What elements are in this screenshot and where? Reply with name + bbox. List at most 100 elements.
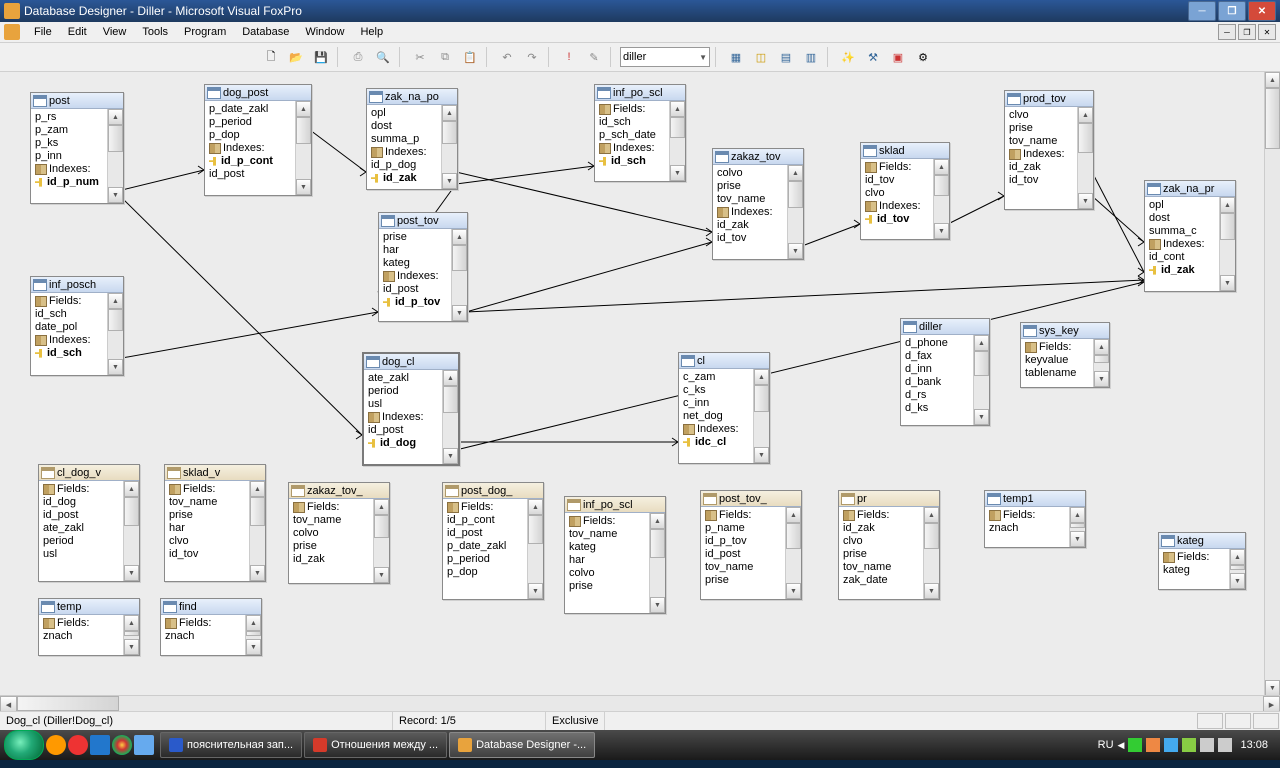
field-row[interactable]: dost <box>1149 212 1215 225</box>
table-header[interactable]: inf_po_scl <box>595 85 685 101</box>
field-row[interactable]: tov_name <box>705 561 781 574</box>
menu-tools[interactable]: Tools <box>134 24 176 40</box>
ql-icon-4[interactable] <box>112 735 132 755</box>
field-row[interactable]: id_p_cont <box>447 514 523 527</box>
table-header[interactable]: temp1 <box>985 491 1085 507</box>
table-temp[interactable]: tempFields:znach▲▼ <box>38 598 140 656</box>
table-dog_post[interactable]: dog_postp_date_zaklp_periodp_dopIndexes:… <box>204 84 312 196</box>
field-row[interactable]: Fields: <box>35 295 103 308</box>
preview-button[interactable]: 🔍 <box>372 46 394 68</box>
field-row[interactable]: znach <box>43 630 119 643</box>
menu-view[interactable]: View <box>95 24 135 40</box>
table-scrollbar[interactable]: ▲▼ <box>1219 197 1235 291</box>
field-row[interactable]: c_inn <box>683 397 749 410</box>
field-row[interactable]: ate_zakl <box>43 522 119 535</box>
field-row[interactable]: prise <box>705 574 781 587</box>
table-inf_posch[interactable]: inf_poschFields:id_schdate_polIndexes:id… <box>30 276 124 376</box>
clock[interactable]: 13:08 <box>1236 739 1272 751</box>
table-scrollbar[interactable]: ▲▼ <box>442 370 458 464</box>
field-row[interactable]: id_post <box>705 548 781 561</box>
field-row[interactable]: prise <box>843 548 919 561</box>
run-button[interactable]: ! <box>558 46 580 68</box>
field-row[interactable]: usl <box>43 548 119 561</box>
ql-icon-2[interactable] <box>68 735 88 755</box>
field-row[interactable]: Indexes: <box>1149 238 1215 251</box>
field-row[interactable]: dost <box>371 120 437 133</box>
field-row[interactable]: id_zak <box>293 553 369 566</box>
field-row[interactable]: Indexes: <box>717 206 783 219</box>
form-button[interactable]: ▦ <box>725 46 747 68</box>
database-designer-canvas[interactable]: postp_rsp_zamp_ksp_innIndexes:id_p_num▲▼… <box>0 72 1280 711</box>
field-row[interactable]: Fields: <box>43 483 119 496</box>
field-row[interactable]: opl <box>371 107 437 120</box>
table-scrollbar[interactable]: ▲▼ <box>787 165 803 259</box>
table-scrollbar[interactable]: ▲▼ <box>373 499 389 583</box>
field-row[interactable]: period <box>368 385 438 398</box>
field-row[interactable]: tov_name <box>1009 135 1073 148</box>
field-row[interactable]: tov_name <box>169 496 245 509</box>
table-zak_na_pr[interactable]: zak_na_propldostsumma_cIndexes:id_contid… <box>1144 180 1236 292</box>
table-zakaz_tov[interactable]: zakaz_tovcolvoprisetov_nameIndexes:id_za… <box>712 148 804 260</box>
mdi-minimize-button[interactable]: ─ <box>1218 24 1236 40</box>
field-row[interactable]: tov_name <box>717 193 783 206</box>
table-scrollbar[interactable]: ▲▼ <box>1069 507 1085 547</box>
field-row[interactable]: Indexes: <box>35 163 103 176</box>
table-scrollbar[interactable]: ▲▼ <box>295 101 311 195</box>
table-scrollbar[interactable]: ▲▼ <box>107 293 123 375</box>
field-row[interactable]: id_zak <box>1009 161 1073 174</box>
field-row[interactable]: id_p_num <box>35 176 103 189</box>
table-scrollbar[interactable]: ▲▼ <box>669 101 685 181</box>
new-button[interactable]: 🗋 <box>260 46 282 68</box>
minimize-button[interactable]: ─ <box>1188 1 1216 21</box>
field-row[interactable]: id_tov <box>865 213 929 226</box>
menu-database[interactable]: Database <box>234 24 297 40</box>
field-row[interactable]: Indexes: <box>209 142 291 155</box>
field-row[interactable]: p_dop <box>447 566 523 579</box>
report-button[interactable]: ▤ <box>775 46 797 68</box>
wizard-button[interactable]: ✨ <box>837 46 859 68</box>
window-button[interactable]: ▣ <box>887 46 909 68</box>
field-row[interactable]: idc_cl <box>683 436 749 449</box>
table-header[interactable]: cl_dog_v <box>39 465 139 481</box>
field-row[interactable]: id_post <box>383 283 447 296</box>
field-row[interactable]: tov_name <box>569 528 645 541</box>
field-row[interactable]: prise <box>569 580 645 593</box>
field-row[interactable]: id_zak <box>1149 264 1215 277</box>
field-row[interactable]: id_p_tov <box>705 535 781 548</box>
table-scrollbar[interactable]: ▲▼ <box>123 481 139 581</box>
field-row[interactable]: prise <box>169 509 245 522</box>
field-row[interactable]: prise <box>383 231 447 244</box>
field-row[interactable]: Fields: <box>1025 341 1089 354</box>
database-combo[interactable]: diller▼ <box>620 47 710 67</box>
autoreport-button[interactable]: ▥ <box>800 46 822 68</box>
field-row[interactable]: colvo <box>293 527 369 540</box>
field-row[interactable]: id_sch <box>599 116 665 129</box>
table-scrollbar[interactable]: ▲▼ <box>245 615 261 655</box>
table-scrollbar[interactable]: ▲▼ <box>785 507 801 599</box>
table-scrollbar[interactable]: ▲▼ <box>933 159 949 239</box>
table-sklad[interactable]: skladFields:id_tovclvoIndexes:id_tov▲▼ <box>860 142 950 240</box>
field-row[interactable]: znach <box>165 630 241 643</box>
field-row[interactable]: Fields: <box>293 501 369 514</box>
field-row[interactable]: zak_date <box>843 574 919 587</box>
field-row[interactable]: d_rs <box>905 389 969 402</box>
field-row[interactable]: p_period <box>209 116 291 129</box>
field-row[interactable]: id_cont <box>1149 251 1215 264</box>
table-header[interactable]: inf_po_scl <box>565 497 665 513</box>
field-row[interactable]: d_bank <box>905 376 969 389</box>
field-row[interactable]: Fields: <box>43 617 119 630</box>
field-row[interactable]: date_pol <box>35 321 103 334</box>
field-row[interactable]: id_zak <box>371 172 437 185</box>
table-scrollbar[interactable]: ▲▼ <box>1093 339 1109 387</box>
field-row[interactable]: id_post <box>368 424 438 437</box>
field-row[interactable]: p_zam <box>35 124 103 137</box>
table-header[interactable]: dog_cl <box>364 354 458 370</box>
table-header[interactable]: post_dog_ <box>443 483 543 499</box>
field-row[interactable]: id_p_dog <box>371 159 437 172</box>
field-row[interactable]: p_date_zakl <box>447 540 523 553</box>
table-header[interactable]: sys_key <box>1021 323 1109 339</box>
field-row[interactable]: p_name <box>705 522 781 535</box>
redo-button[interactable]: ↷ <box>521 46 543 68</box>
field-row[interactable]: d_phone <box>905 337 969 350</box>
field-row[interactable]: Fields: <box>843 509 919 522</box>
